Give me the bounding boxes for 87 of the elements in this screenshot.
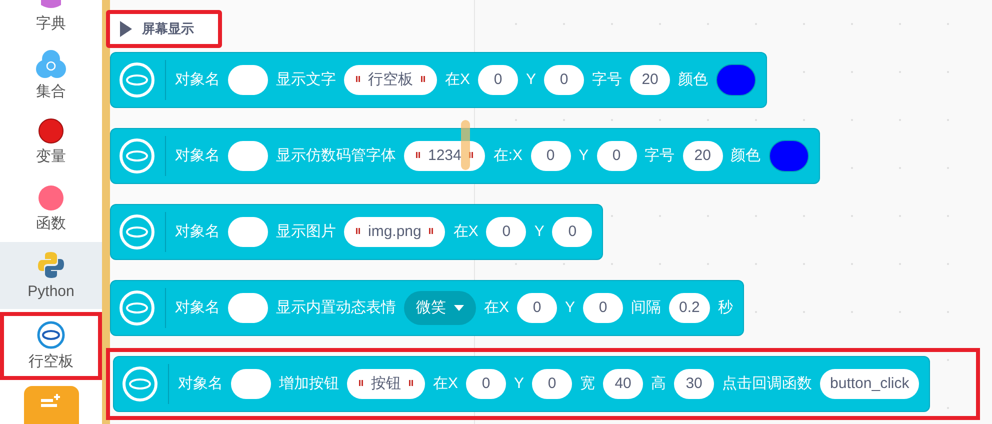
code-block[interactable]: 对象名 显示内置动态表情 微笑 在X 0 Y 0 间隔 0.2 秒	[110, 280, 744, 336]
quote-icon	[469, 152, 474, 160]
block-label: 对象名	[175, 298, 220, 318]
input-field[interactable]: 0	[486, 217, 526, 247]
board-icon	[119, 290, 155, 326]
input-field[interactable]: 0	[532, 369, 572, 399]
caret-icon	[120, 21, 132, 37]
block-label: Y	[534, 222, 544, 242]
block-label: 宽	[580, 374, 596, 394]
category-item[interactable]: 行空板	[0, 312, 102, 380]
input-field[interactable]: 0.2	[669, 293, 710, 323]
block-label: 字号	[644, 146, 675, 166]
block-label: 对象名	[178, 374, 223, 394]
block-label: 对象名	[175, 222, 220, 242]
block-label: 点击回调函数	[722, 374, 812, 394]
input-field[interactable]: 20	[682, 141, 723, 171]
input-field[interactable]: 0	[552, 217, 592, 247]
block-label: 显示图片	[276, 222, 336, 242]
extension-button[interactable]	[24, 386, 78, 424]
scrollbar-thumb[interactable]	[461, 120, 470, 170]
board-icon	[37, 321, 65, 349]
circle-icon	[38, 184, 64, 210]
block-label: 秒	[718, 298, 733, 318]
input-field[interactable]: 30	[674, 369, 714, 399]
input-field[interactable]: 0	[596, 141, 637, 171]
block-label: 高	[651, 374, 666, 394]
block-label: Y	[565, 298, 576, 318]
input-field[interactable]: 0	[466, 369, 506, 399]
category-item[interactable]: Python	[0, 242, 102, 309]
input-field[interactable]: 0	[517, 293, 558, 323]
input-field[interactable]: 0	[478, 65, 518, 95]
input-field[interactable]: 0	[583, 293, 624, 323]
block-label: 在X	[453, 222, 478, 242]
input-field[interactable]	[231, 369, 271, 399]
code-block[interactable]: 对象名 增加按钮 按钮 在X 0 Y 0 宽 40 高 30 点击回调函数 button_click	[113, 356, 930, 412]
block-label: 在X	[445, 70, 470, 90]
quote-icon	[409, 380, 413, 388]
input-field[interactable]	[228, 65, 268, 95]
quote-icon	[416, 152, 420, 160]
board-icon	[122, 366, 158, 402]
block-label: 在:X	[493, 146, 523, 166]
block-label: 颜色	[730, 146, 761, 166]
input-field[interactable]: button_click	[820, 369, 920, 399]
board-icon	[119, 214, 155, 250]
text-field[interactable]: 行空板	[344, 65, 437, 95]
code-block[interactable]: 对象名 显示图片 img.png 在X 0 Y 0	[110, 204, 604, 260]
block-label: 颜色	[678, 70, 708, 90]
block-label: 字号	[592, 70, 622, 90]
input-field[interactable]: 0	[530, 141, 571, 171]
block-label: Y	[514, 374, 524, 394]
block-label: Y	[578, 146, 589, 166]
circle-icon	[38, 118, 64, 144]
caret-icon	[454, 305, 464, 311]
quote-icon	[429, 228, 434, 236]
add-blocks-icon	[40, 394, 62, 410]
block-label: Y	[526, 70, 536, 90]
quote-icon	[356, 76, 360, 84]
text-field[interactable]: 1234	[404, 141, 486, 171]
board-icon	[119, 62, 155, 98]
color-swatch[interactable]	[716, 64, 756, 96]
block-label: 显示文字	[276, 70, 336, 90]
block-label: 显示内置动态表情	[276, 298, 396, 318]
quote-icon	[359, 380, 363, 388]
block-label: 增加按钮	[279, 374, 339, 394]
color-swatch[interactable]	[768, 140, 809, 172]
input-field[interactable]	[228, 293, 268, 323]
code-block[interactable]: 对象名 显示文字 行空板 在X 0 Y 0 字号 20 颜色	[110, 52, 768, 108]
venn-icon	[36, 48, 66, 78]
block-label: 对象名	[175, 146, 220, 166]
python-icon	[37, 250, 65, 278]
block-label: 对象名	[175, 70, 220, 90]
section-label[interactable]: 屏幕显示	[106, 10, 222, 48]
block-label: 显示仿数码管字体	[276, 146, 396, 166]
input-field[interactable]: 40	[603, 369, 644, 399]
quote-icon	[356, 228, 360, 236]
input-field[interactable]	[228, 217, 268, 247]
code-block[interactable]: 对象名 显示仿数码管字体 1234 在:X 0 Y 0 字号 20 颜色	[110, 128, 820, 184]
block-label: 在X	[433, 374, 458, 394]
board-icon	[119, 138, 155, 174]
input-field[interactable]: 0	[544, 65, 584, 95]
block-label: 在X	[484, 298, 510, 318]
text-field[interactable]: 按钮	[347, 369, 425, 399]
quote-icon	[421, 76, 425, 84]
input-field[interactable]: 20	[630, 65, 670, 95]
text-field[interactable]: img.png	[344, 217, 446, 247]
input-field[interactable]	[228, 141, 268, 171]
block-label: 间隔	[631, 298, 662, 318]
